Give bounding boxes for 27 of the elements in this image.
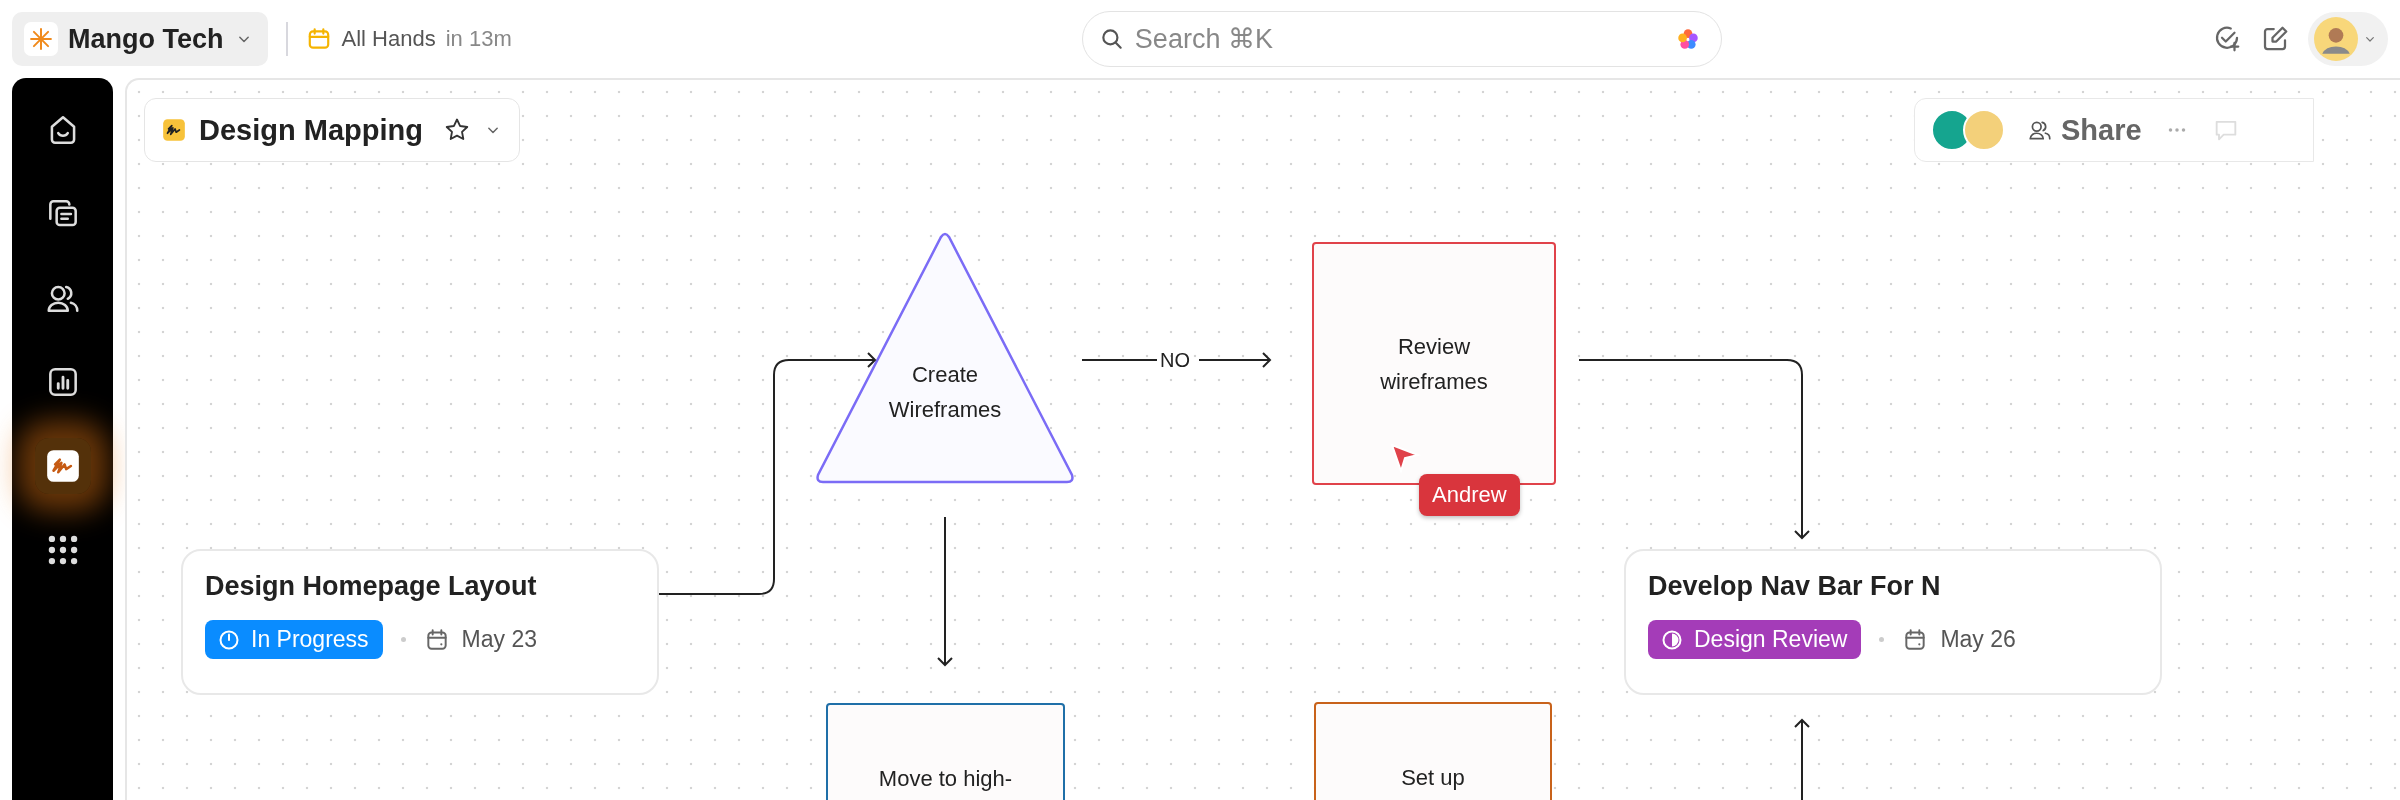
task-title: Develop Nav Bar For N <box>1648 571 1942 602</box>
due-date: May 26 <box>1940 626 2016 653</box>
status-badge: Design Review <box>1648 620 1862 659</box>
profile-menu-button[interactable] <box>2308 12 2388 66</box>
process-node: Move to high- <box>826 703 1065 800</box>
workspace-switcher[interactable]: Mango Tech <box>12 12 268 66</box>
meeting-title[interactable]: All Hands <box>341 26 436 52</box>
sidebar-item[interactable] <box>34 438 91 494</box>
process-node: Set up <box>1314 702 1552 800</box>
separator-dot <box>1879 637 1885 642</box>
asterisk-logo-icon <box>24 22 58 56</box>
board-title[interactable]: Design Mapping <box>199 113 423 147</box>
scribble-icon <box>161 117 187 143</box>
edge-label: NO <box>1160 348 1190 372</box>
share-button[interactable]: Share <box>2027 113 2142 147</box>
separator-dot <box>400 637 406 642</box>
process-node: Review wireframes <box>1312 242 1556 485</box>
shape-label: Create Wireframes <box>887 361 1003 424</box>
task-card[interactable]: Develop Nav Bar For N Design Review May 26 <box>1624 549 2162 695</box>
due-date: May 23 <box>461 626 538 653</box>
collaborator-name-tag: Andrew <box>1419 474 1520 516</box>
status-badge: In Progress <box>205 620 383 659</box>
avatar-icon <box>2314 17 2358 61</box>
search-input[interactable]: Search ⌘K <box>1132 22 1667 56</box>
meeting-time: in 13m <box>445 26 512 52</box>
task-title: Design Homepage Layout <box>205 571 538 602</box>
task-card[interactable]: Design Homepage Layout In Progress May 23 <box>181 549 659 695</box>
